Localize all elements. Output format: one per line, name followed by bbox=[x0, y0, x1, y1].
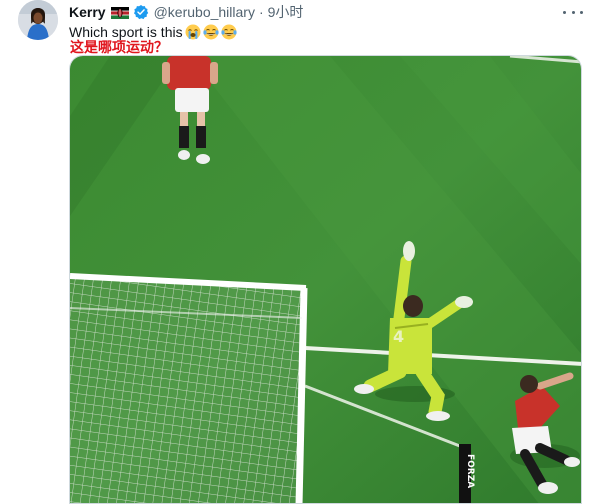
more-options-icon[interactable] bbox=[563, 4, 583, 20]
football-match-photo: 4 FORZA bbox=[70, 56, 581, 503]
board-text: FORZA bbox=[465, 454, 475, 488]
avatar-image bbox=[18, 0, 58, 40]
tweet-header: Kerry @kerubo_hillary · 9小时 bbox=[69, 2, 303, 22]
tweet-card: Kerry @kerubo_hillary · 9小时 Which sport … bbox=[0, 0, 597, 504]
display-name[interactable]: Kerry bbox=[69, 4, 106, 20]
tweet-photo[interactable]: 4 FORZA bbox=[69, 55, 582, 504]
goal bbox=[70, 273, 308, 503]
overlay-translation-caption: 这是哪项运动？ bbox=[70, 40, 168, 56]
verified-badge-icon bbox=[133, 4, 149, 20]
kenya-flag-icon bbox=[110, 6, 129, 19]
face-with-tears-of-joy-emoji bbox=[202, 24, 219, 40]
timestamp[interactable]: 9小时 bbox=[268, 2, 304, 22]
jersey-number: 4 bbox=[393, 327, 404, 346]
avatar[interactable] bbox=[18, 0, 58, 40]
face-with-tears-of-joy-emoji bbox=[220, 24, 237, 40]
loudly-crying-face-emoji bbox=[185, 24, 201, 40]
separator-dot: · bbox=[258, 4, 264, 20]
user-handle[interactable]: @kerubo_hillary bbox=[154, 4, 255, 20]
